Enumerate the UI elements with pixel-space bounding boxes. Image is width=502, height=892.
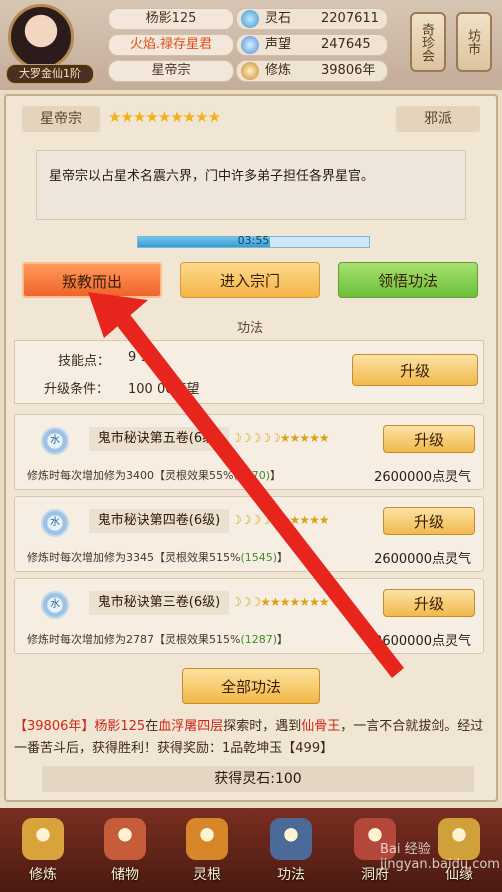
arrow-shaft [114, 312, 404, 678]
annotation-arrow [88, 292, 404, 678]
